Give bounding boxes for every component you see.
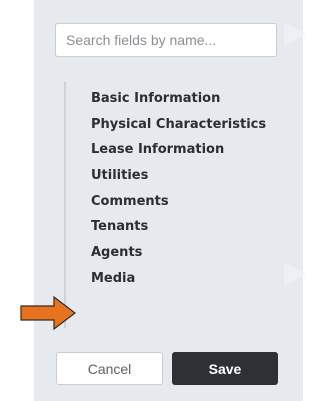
nav-item-tenants[interactable]: Tenants: [91, 214, 266, 240]
nav-item-physical-characteristics[interactable]: Physical Characteristics: [91, 112, 266, 138]
nav-item-lease-information[interactable]: Lease Information: [91, 137, 266, 163]
nav-item-media[interactable]: Media: [91, 266, 266, 292]
background-arrow-shape: [284, 22, 306, 46]
nav-divider-line: [64, 82, 66, 328]
arrow-right-icon: [20, 296, 76, 330]
background-arrow-shape: [284, 262, 306, 286]
nav-item-basic-information[interactable]: Basic Information: [91, 86, 266, 112]
save-button[interactable]: Save: [172, 352, 278, 385]
nav-item-comments[interactable]: Comments: [91, 189, 266, 215]
nav-item-utilities[interactable]: Utilities: [91, 163, 266, 189]
cancel-button[interactable]: Cancel: [56, 352, 163, 385]
search-fields-input[interactable]: [55, 23, 277, 57]
nav-item-agents[interactable]: Agents: [91, 240, 266, 266]
section-nav-list: Basic Information Physical Characteristi…: [91, 86, 266, 292]
stage: Basic Information Physical Characteristi…: [0, 0, 319, 401]
